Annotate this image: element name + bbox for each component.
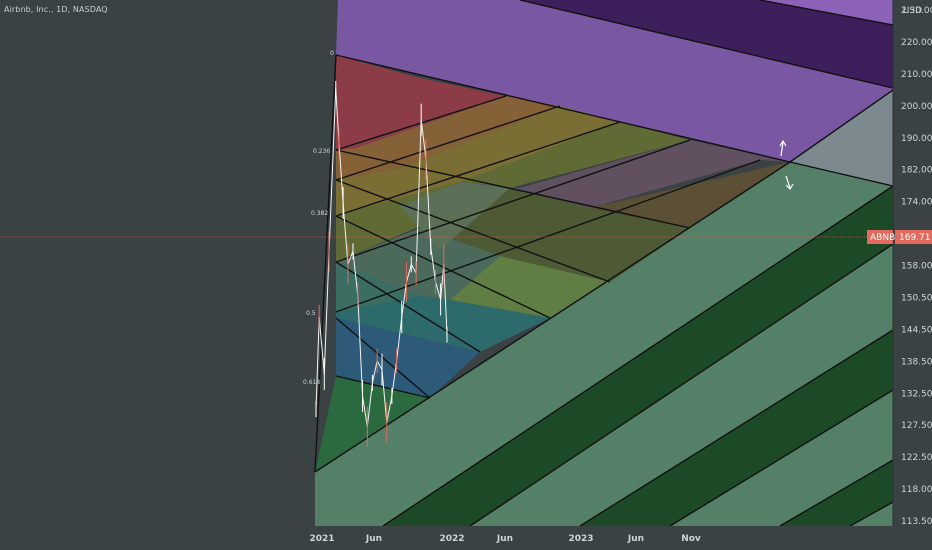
x-tick-label: 2023 [568, 534, 593, 544]
price-badge-group: ABNB 169.71 [867, 230, 932, 244]
y-tick-label: 118.00 [901, 485, 932, 495]
y-tick-label: 138.50 [901, 357, 932, 367]
y-tick-label: 182.00 [901, 166, 932, 176]
fib-zones [315, 0, 893, 526]
fib-label-0236: 0.236 [313, 148, 330, 155]
x-tick-label: Nov [681, 534, 701, 544]
y-tick-label: 158.00 [901, 262, 932, 272]
y-tick-label: 127.50 [901, 421, 932, 431]
x-tick-label: 2022 [439, 534, 464, 544]
x-tick-label: 2021 [309, 534, 334, 544]
x-tick-label: Jun [627, 534, 644, 544]
price-axis[interactable] [893, 0, 932, 550]
chart-symbol-title: Airbnb, Inc., 1D, NASDAQ [4, 5, 108, 14]
price-badge-label: 169.71 [899, 233, 931, 243]
fib-label-05: 0.5 [306, 310, 316, 317]
x-tick-label: Jun [496, 534, 513, 544]
time-axis[interactable] [0, 526, 932, 550]
y-tick-label: 210.00 [901, 70, 932, 80]
fib-label-0382: 0.382 [311, 210, 328, 217]
y-tick-label: 132.50 [901, 389, 932, 399]
y-tick-label: 174.00 [901, 198, 932, 208]
y-tick-label: 113.50 [901, 517, 932, 527]
y-tick-label: 190.00 [901, 134, 932, 144]
fib-label-0618: 0.618 [303, 379, 320, 386]
y-tick-label: 144.50 [901, 325, 932, 335]
y-tick-label: 200.00 [901, 102, 932, 112]
y-tick-label: 150.50 [901, 293, 932, 303]
x-axis-ticks: 2021 Jun 2022 Jun 2023 Jun Nov [309, 534, 700, 544]
fib-label-0: 0 [330, 50, 334, 57]
chart-canvas[interactable]: 0 0.236 0.382 0.5 0.618 2.30.00220.00210… [0, 0, 932, 550]
y-tick-label: 220.00 [901, 38, 932, 48]
x-tick-label: Jun [365, 534, 382, 544]
currency-label: USD [902, 6, 922, 16]
symbol-badge-label: ABNB [870, 233, 895, 243]
y-tick-label: 122.50 [901, 453, 932, 463]
